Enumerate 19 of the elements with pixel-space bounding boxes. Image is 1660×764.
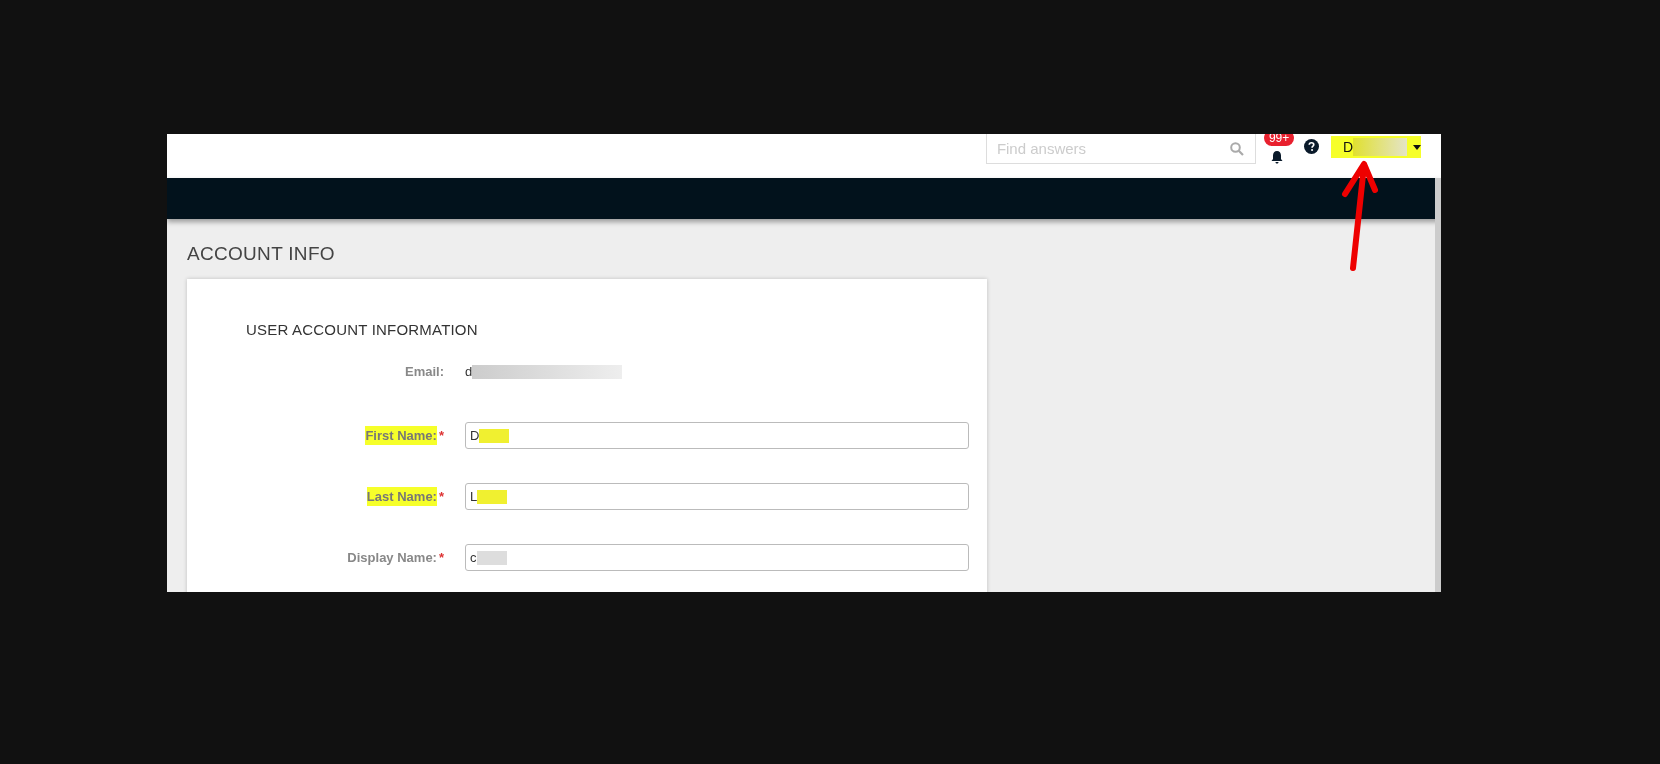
- page-title: ACCOUNT INFO: [187, 243, 336, 265]
- required-mark: *: [438, 489, 444, 504]
- help-icon[interactable]: [1303, 139, 1319, 154]
- field-label: Last Name:: [366, 487, 437, 506]
- text-field[interactable]: c: [465, 544, 969, 571]
- bell-icon[interactable]: [1269, 150, 1284, 164]
- field-label: Display Name:: [347, 549, 437, 567]
- field-label: First Name:: [365, 426, 437, 445]
- notification-badge: 99+: [1263, 134, 1295, 146]
- email-value: d: [465, 364, 473, 379]
- text-field[interactable]: D: [465, 422, 969, 449]
- scrollbar[interactable]: [1435, 178, 1441, 592]
- section-title: USER ACCOUNT INFORMATION: [246, 321, 479, 338]
- field-label: Email:: [405, 363, 444, 381]
- text-field[interactable]: L: [465, 483, 969, 510]
- required-mark: *: [438, 428, 444, 443]
- user-menu[interactable]: D: [1330, 136, 1421, 158]
- required-mark: *: [438, 550, 444, 565]
- caret-icon: [1413, 144, 1421, 150]
